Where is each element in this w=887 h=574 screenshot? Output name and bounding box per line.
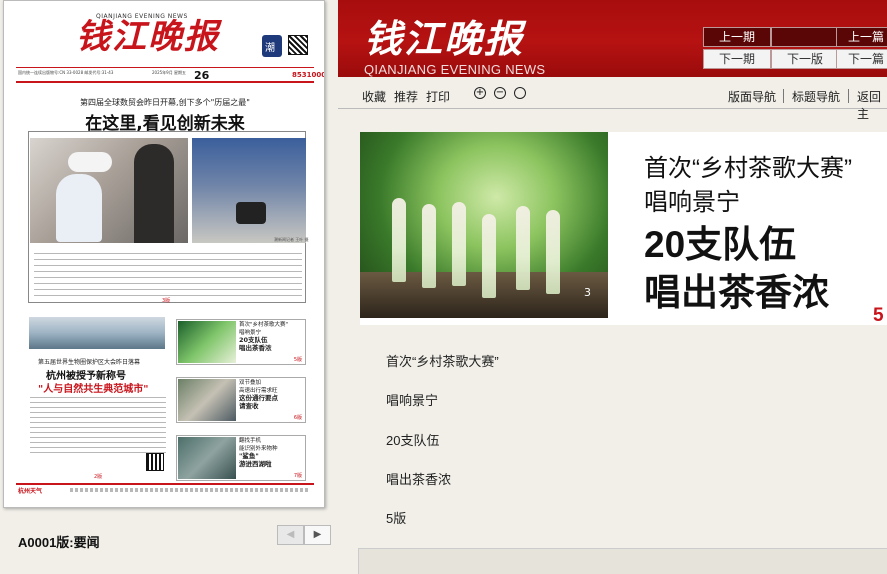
teaser-bold-line: 唱出茶香浓	[239, 343, 272, 352]
prev-page-button[interactable]: ◀	[277, 525, 304, 545]
teaser-bold-line: 请查收	[239, 401, 259, 410]
teaser-west-lake-shark[interactable]: 翻找手机 能识别外来物种 "鲨鱼" 游进西湖啦 7版	[176, 435, 306, 481]
teaser-text: 首次"乡村茶歌大赛" 唱响景宁 20支队伍 唱出茶香浓	[239, 322, 305, 352]
feature-page-number: 5	[873, 305, 884, 326]
dancer-figure	[516, 206, 530, 290]
title-nav-link[interactable]: 标题导航	[792, 88, 840, 105]
article-line: 20支队伍	[386, 433, 440, 448]
footer-weather: 杭州天气	[18, 488, 43, 495]
brand-logo-en: QIANJIANG EVENING NEWS	[364, 62, 546, 77]
lead-photo-vr-child	[30, 138, 188, 243]
print-button[interactable]: 打印	[426, 88, 450, 105]
vr-headset-shape	[68, 152, 112, 172]
qr-code-icon	[146, 453, 164, 471]
dancer-figure	[422, 204, 436, 288]
edition-label: A0001版:要闻	[18, 535, 100, 550]
article-line: 5版	[386, 511, 407, 526]
teaser-text: 翻找手机 能识别外来物种 "鲨鱼" 游进西湖啦	[239, 438, 305, 468]
teaser-line: 双节叠加	[239, 380, 262, 386]
prev-issue-button[interactable]: 上一期	[703, 27, 771, 47]
toolbar-divider	[783, 89, 784, 103]
page-pager: ◀ ▶	[277, 525, 331, 545]
child-figure-shape	[56, 174, 102, 242]
feature-title-line2: 唱响景宁	[644, 189, 740, 216]
second-story-subheadline: "人与自然共生典范城市"	[38, 384, 149, 395]
photo-number: 3	[584, 286, 591, 299]
prev-article-button[interactable]: 上一篇	[836, 27, 887, 47]
teaser-holiday-traffic[interactable]: 双节叠加 高速出行需求旺 这份通行要点 请查收 6版	[176, 377, 306, 423]
paper-phone: 85310000	[292, 71, 324, 79]
paper-masthead: 钱江晚报 QIANJIANG EVENING NEWS	[4, 1, 324, 65]
second-story-photo	[29, 317, 165, 349]
page-thumbnail-panel: 钱江晚报 QIANJIANG EVENING NEWS 国内统一连续出版物号:C…	[0, 0, 338, 574]
app-badge-icon	[262, 35, 282, 57]
paper-kicker: 第四届全球数贸会昨日开幕,创下多个"历届之最"	[80, 98, 250, 107]
teaser-bold-line: 游进西湖啦	[239, 459, 272, 468]
second-story-kicker: 第五届世界生物圈保护区大会昨日落幕	[38, 359, 141, 366]
next-issue-button[interactable]: 下一期	[703, 49, 771, 69]
toolbar-divider	[848, 89, 849, 103]
teaser-page: 7版	[293, 473, 302, 479]
dancer-figure	[452, 202, 466, 286]
page-nav-link[interactable]: 版面导航	[728, 88, 776, 105]
lead-photo-robot-dog	[192, 138, 306, 243]
article-line: 唱出茶香浓	[386, 472, 452, 487]
adult-figure-shape	[134, 144, 174, 243]
teaser-thumb	[178, 437, 236, 479]
newspaper-page-thumbnail[interactable]: 钱江晚报 QIANJIANG EVENING NEWS 国内统一连续出版物号:C…	[3, 0, 325, 508]
feature-photo-tea-dancers: 3	[360, 132, 608, 318]
feature-title-line4: 唱出茶香浓	[644, 272, 829, 313]
recommend-button[interactable]: 推荐	[394, 88, 418, 105]
next-article-button[interactable]: 下一篇	[836, 49, 887, 69]
robot-dog-shape	[236, 202, 266, 224]
next-page-nav-button[interactable]: 下一版	[771, 49, 839, 69]
qr-code-icon	[288, 35, 308, 55]
teaser-line: 翻找手机	[239, 438, 262, 444]
zoom-in-icon[interactable]: +	[474, 87, 486, 99]
zoom-reset-icon[interactable]	[514, 87, 526, 99]
paper-info-bar: 国内统一连续出版物号:CN 33-0028 邮发代号:31-43 2025年9月…	[16, 67, 324, 83]
paper-date: 2025年9月 星期五	[152, 70, 186, 75]
dancer-figure	[392, 198, 406, 282]
teaser-page: 6版	[293, 415, 302, 421]
article-line: 唱响景宁	[386, 393, 439, 408]
next-page-button[interactable]: ▶	[304, 525, 331, 545]
photo-caption: 潮新闻记者 王叶 摄	[274, 237, 309, 242]
footer-text	[70, 488, 310, 492]
page-ref-2: 2版	[94, 474, 103, 480]
teaser-line: 首次"乡村茶歌大赛"	[239, 322, 289, 328]
article-list-panel	[358, 548, 887, 574]
paper-footer: 杭州天气	[16, 483, 314, 495]
article-line: 首次“乡村茶歌大赛”	[386, 354, 499, 369]
back-home-link[interactable]: 返回主	[857, 88, 887, 122]
teaser-page: 5版	[293, 357, 302, 363]
teaser-thumb	[178, 379, 236, 421]
paper-page-number: 26	[194, 69, 210, 82]
teaser-text: 双节叠加 高速出行需求旺 这份通行要点 请查收	[239, 380, 305, 410]
zoom-out-icon[interactable]: −	[494, 87, 506, 99]
page-ref-3: 3版	[162, 298, 171, 304]
lead-body-text	[34, 253, 302, 299]
dancer-figure	[482, 214, 496, 298]
feature-title-line3: 20支队伍	[644, 224, 797, 265]
dancer-figure	[546, 210, 560, 294]
feature-title-line1: 首次“乡村茶歌大赛”	[644, 155, 852, 182]
second-story-body	[30, 397, 166, 457]
teaser-tea-song[interactable]: 首次"乡村茶歌大赛" 唱响景宁 20支队伍 唱出茶香浓 5版	[176, 319, 306, 365]
prev-page-nav-button[interactable]	[771, 27, 839, 47]
brand-logo: 钱江晚报	[364, 16, 525, 61]
paper-logo-en: QIANJIANG EVENING NEWS	[96, 13, 188, 20]
paper-issn: 国内统一连续出版物号:CN 33-0028 邮发代号:31-43	[18, 70, 114, 75]
teaser-thumb	[178, 321, 236, 363]
collect-button[interactable]: 收藏	[362, 88, 386, 105]
